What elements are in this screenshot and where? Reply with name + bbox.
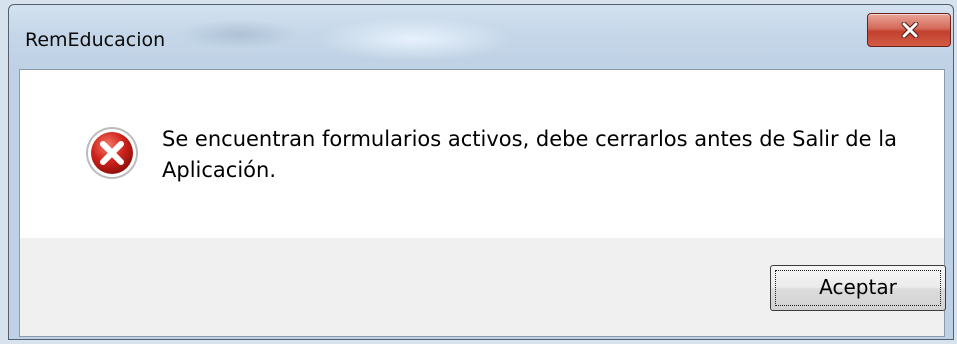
ok-button-label: Aceptar (819, 275, 897, 299)
close-icon (901, 22, 919, 38)
ok-button[interactable]: Aceptar (770, 265, 946, 311)
error-message: Se encuentran formularios activos, debe … (162, 127, 897, 182)
title-bar-highlight (314, 17, 514, 61)
title-bar[interactable]: RemEducacion (9, 5, 953, 69)
button-bar: Aceptar (20, 238, 946, 336)
window-title: RemEducacion (25, 29, 166, 51)
dialog-window: RemEducacion Se encuentran formularios a… (8, 4, 954, 340)
message-area: Se encuentran formularios activos, debe … (20, 70, 944, 238)
close-button[interactable] (867, 13, 951, 47)
error-icon (86, 127, 138, 179)
title-bar-glow (179, 19, 299, 49)
dialog-body: Se encuentran formularios activos, debe … (19, 69, 946, 337)
